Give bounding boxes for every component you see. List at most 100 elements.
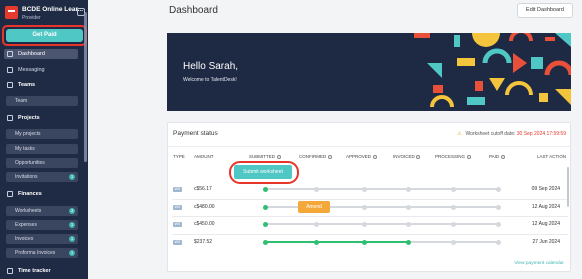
row-divider [172, 216, 568, 217]
submit-worksheet-button[interactable]: Submit worksheet [234, 165, 292, 179]
progress-track [453, 241, 498, 243]
col-approved: APPROVED [346, 154, 377, 159]
status-dot [451, 221, 456, 227]
type-badge: WS [173, 240, 182, 245]
sidebar-section-label: Teams [18, 82, 36, 88]
divider [168, 146, 570, 147]
sidebar-section-label: Finances [18, 191, 42, 197]
sidebar-item-worksheets[interactable]: Worksheets 3 [6, 206, 78, 216]
col-label: APPROVED [346, 154, 372, 159]
warning-icon: ⚠ [457, 131, 462, 137]
sidebar-item-label: Team [15, 98, 28, 104]
get-paid-button[interactable]: Get Paid [6, 29, 83, 42]
col-label: INVOICED [393, 154, 415, 159]
sidebar-item-label: Messaging [18, 67, 45, 73]
sidebar-item-dashboard[interactable]: Dashboard [4, 49, 78, 59]
sidebar-item-time-tracker[interactable]: Time tracker [4, 266, 78, 276]
org-logo [5, 6, 18, 19]
row-divider [172, 234, 568, 235]
col-label: CONFIRMED [299, 154, 327, 159]
info-icon[interactable] [276, 154, 281, 159]
sidebar-item-proforma-invoices[interactable]: Proforma Invoices 1 [6, 248, 78, 258]
info-icon[interactable] [327, 154, 332, 159]
sidebar: BCDE Online Lear... Provider Get Paid Da… [0, 0, 88, 279]
payment-status-card: Payment status ⚠ Worksheet cutoff date: 3… [167, 122, 571, 272]
sidebar-item-label: Expenses [15, 222, 37, 228]
progress-track [265, 223, 316, 225]
amount: $237.52 [194, 239, 213, 245]
progress-track [265, 241, 316, 243]
type-badge: WS [173, 187, 182, 192]
amount: c$56.17 [194, 186, 212, 192]
sidebar-item-my-tasks[interactable]: My tasks [6, 144, 78, 154]
last-action-date: 27 Jun 2024 [532, 239, 560, 245]
status-dot [451, 186, 456, 192]
info-icon[interactable] [500, 154, 505, 159]
col-label: PAID [489, 154, 500, 159]
view-payment-calendar-link[interactable]: View payment calendar [514, 261, 564, 266]
sidebar-section-projects[interactable]: Projects [4, 113, 78, 123]
status-dot [406, 204, 411, 210]
sidebar-item-invoices[interactable]: Invoices 1 [6, 234, 78, 244]
sidebar-item-label: Time tracker [18, 268, 51, 274]
progress-track [453, 188, 498, 190]
amount: c$480.00 [194, 204, 215, 210]
chat-icon [7, 67, 13, 73]
col-submitted: SUBMITTED [249, 154, 281, 159]
people-icon [7, 82, 13, 88]
cutoff-date: 30 Sep 2024 17:59:59 [516, 131, 566, 137]
org-switcher[interactable]: BCDE Online Lear... Provider [4, 4, 86, 22]
status-dot [406, 186, 411, 192]
sidebar-item-label: My tasks [15, 146, 35, 152]
type-badge: WS [173, 222, 182, 227]
clock-icon [7, 268, 13, 274]
count-badge: 1 [69, 174, 75, 180]
sidebar-item-invitations[interactable]: Invitations 1 [6, 172, 78, 182]
sidebar-section-finances[interactable]: Finances [4, 189, 78, 199]
status-dot [451, 204, 456, 210]
sidebar-item-my-projects[interactable]: My projects [6, 129, 78, 139]
status-dot [314, 186, 319, 192]
folder-icon [7, 115, 13, 121]
sidebar-item-team[interactable]: Team [6, 96, 78, 106]
status-dot [263, 186, 268, 192]
progress-track [453, 223, 498, 225]
progress-track [408, 223, 453, 225]
col-paid: PAID [489, 154, 505, 159]
status-dot [496, 221, 501, 227]
progress-track [364, 206, 408, 208]
progress-track [316, 241, 364, 243]
org-name: BCDE Online Lear... [22, 6, 84, 13]
progress-track [316, 188, 364, 190]
col-confirmed: CONFIRMED [299, 154, 332, 159]
sidebar-item-expenses[interactable]: Expenses 1 [6, 220, 78, 230]
edit-dashboard-button[interactable]: Edit Dashboard [517, 3, 573, 18]
sidebar-item-messaging[interactable]: Messaging [4, 65, 78, 75]
sidebar-section-teams[interactable]: Teams [4, 80, 78, 90]
status-dot [496, 239, 501, 245]
amount: c$450.00 [194, 221, 215, 227]
status-dot [496, 204, 501, 210]
progress-track [453, 206, 498, 208]
sidebar-item-label: Proforma Invoices [15, 250, 56, 256]
sidebar-item-opportunities[interactable]: Opportunities [6, 158, 78, 168]
sidebar-scrollbar[interactable] [84, 12, 87, 162]
banner-decoration [414, 33, 571, 108]
count-badge: 3 [69, 208, 75, 214]
card-scrollbar[interactable] [567, 167, 569, 207]
progress-track [408, 241, 453, 243]
info-icon[interactable] [466, 154, 471, 159]
progress-track [265, 188, 316, 190]
info-icon[interactable] [416, 154, 421, 159]
progress-track [408, 206, 453, 208]
progress-track [408, 188, 453, 190]
amend-button[interactable]: Amend [298, 201, 330, 213]
status-dot [263, 204, 268, 210]
sidebar-item-label: Opportunities [15, 160, 45, 166]
info-icon[interactable] [372, 154, 377, 159]
last-action-date: 12 Aug 2024 [531, 221, 560, 227]
card-title: Payment status [173, 130, 218, 137]
status-dot [362, 186, 367, 192]
status-dot [263, 221, 268, 227]
col-label: PROCESSING [435, 154, 466, 159]
